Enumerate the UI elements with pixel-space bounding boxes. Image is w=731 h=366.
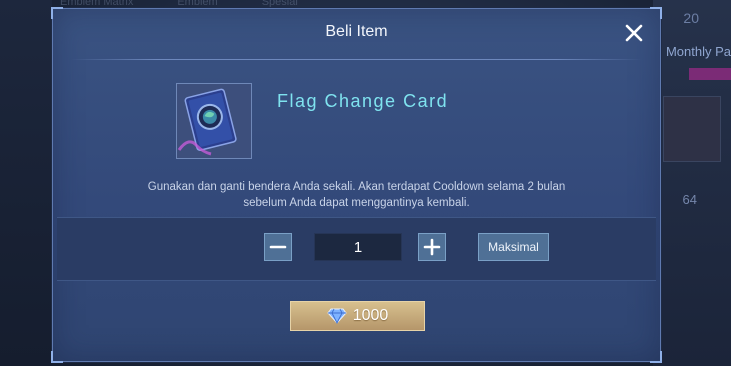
corner-ornament <box>51 351 63 363</box>
dialog-title: Beli Item <box>325 23 388 40</box>
quantity-input[interactable] <box>314 233 402 261</box>
item-name: Flag Change Card <box>277 91 449 111</box>
plus-icon <box>423 238 441 256</box>
corner-ornament <box>650 7 662 19</box>
flag-change-card-icon <box>177 84 251 158</box>
diamond-icon <box>327 308 347 324</box>
buy-item-dialog: Beli Item Flag Change Card Gunakan dan g… <box>51 7 662 363</box>
corner-ornament <box>650 351 662 363</box>
item-image-frame <box>176 83 252 159</box>
increase-quantity-button[interactable] <box>418 233 446 261</box>
close-icon <box>625 24 643 42</box>
buy-button[interactable]: 1000 <box>290 301 425 331</box>
background-left-panel <box>0 0 52 366</box>
price-label: 1000 <box>352 307 389 324</box>
item-description: Gunakan dan ganti bendera Anda sekali. A… <box>93 179 620 211</box>
background-count: 64 <box>682 192 697 207</box>
background-card <box>663 96 721 162</box>
background-badge <box>689 68 731 80</box>
description-line: Gunakan dan ganti bendera Anda sekali. A… <box>147 181 566 193</box>
background-count: 20 <box>683 10 699 26</box>
max-quantity-button[interactable]: Maksimal <box>478 233 549 261</box>
description-line: sebelum Anda dapat menggantinya kembali. <box>243 197 470 209</box>
corner-ornament <box>51 7 63 19</box>
minus-icon <box>269 245 287 249</box>
decrease-quantity-button[interactable] <box>264 233 292 261</box>
background-monthly-label: Monthly Pa <box>665 44 731 59</box>
title-divider <box>71 59 642 60</box>
close-button[interactable] <box>622 21 646 45</box>
